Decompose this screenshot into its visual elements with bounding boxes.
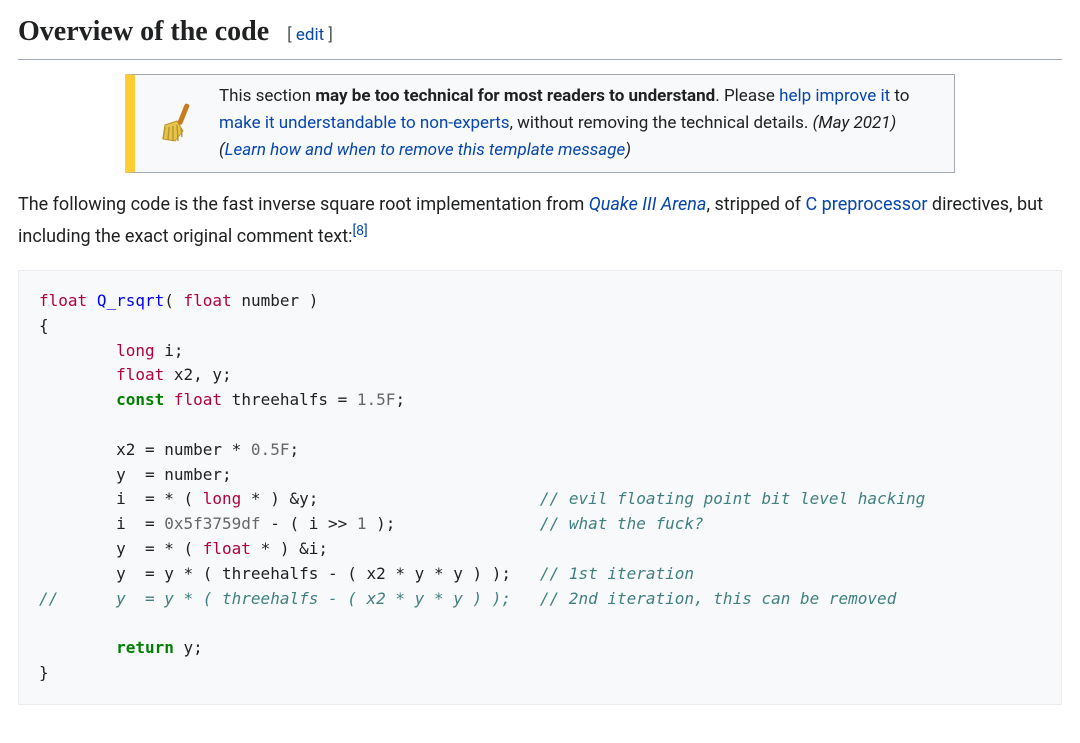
tok-lbrace: { (39, 316, 49, 335)
ambox-understandable-link[interactable]: make it understandable to non-experts (219, 113, 510, 133)
intro-p1: The following code is the fast inverse s… (18, 194, 589, 215)
ambox-to: to (890, 86, 909, 106)
tok-decl-three: threehalfs = (222, 390, 357, 409)
section-heading: Overview of the code [ edit ] (18, 10, 1062, 60)
tok-cast-tail-y: * ) &y; (241, 489, 318, 508)
tok-decl-x2y: x2, y; (164, 365, 231, 384)
tok-type-long2: long (203, 489, 242, 508)
quake-link[interactable]: Quake III Arena (589, 194, 707, 215)
heading-title: Overview of the code (18, 10, 269, 55)
broom-icon (147, 101, 205, 147)
ambox-bold-issue: may be too technical for most readers to… (315, 86, 715, 106)
intro-paragraph: The following code is the fast inverse s… (18, 191, 1062, 252)
tok-lit-05f: 0.5F (251, 440, 290, 459)
tok-com-iter1: // 1st iteration (511, 564, 694, 583)
tok-line-y: y = number; (39, 465, 232, 484)
tok-com-evil: // evil floating point bit level hacking (318, 489, 925, 508)
ambox-lead: This section (219, 86, 315, 106)
tok-iter2-comment: // y = y * ( threehalfs - ( x2 * y * y )… (39, 589, 896, 608)
ambox-text: This section may be too technical for mo… (219, 83, 942, 165)
tok-magic-suf: - ( i >> (261, 514, 357, 533)
tok-type-float3: float (174, 390, 222, 409)
tok-com-wtf: // what the fuck? (395, 514, 703, 533)
tok-rbrace: } (39, 663, 49, 682)
tok-sig-open: ( (164, 291, 183, 310)
tok-type-float4: float (203, 539, 251, 558)
tok-magic-hex: 0x5f3759df (164, 514, 260, 533)
tok-magic-end: ); (367, 514, 396, 533)
edit-bracket-left: [ (287, 25, 296, 45)
tok-type-float2: float (116, 365, 164, 384)
c-preprocessor-link[interactable]: C preprocessor (805, 194, 927, 215)
tok-return-tail: y; (174, 638, 203, 657)
tok-type-long: long (116, 341, 155, 360)
tok-magic-pre: i = (39, 514, 164, 533)
reference-8[interactable]: [8] (352, 223, 367, 239)
tok-semi2: ; (289, 440, 299, 459)
tok-fn-name: Q_rsqrt (97, 291, 164, 310)
tok-kw-const: const (116, 390, 164, 409)
ambox-technical: This section may be too technical for mo… (125, 74, 955, 174)
ambox-date: (May 2021) (813, 113, 897, 133)
ambox-help-link[interactable]: help improve it (779, 86, 890, 106)
edit-bracket-right: ] (324, 25, 333, 45)
ambox-please: . Please (715, 86, 779, 106)
intro-p2: , stripped of (706, 194, 805, 215)
tok-lit-1: 1 (357, 514, 367, 533)
ambox-close-paren: ) (625, 140, 631, 160)
tok-kw-return: return (116, 638, 174, 657)
ambox-learn-link[interactable]: Learn how and when to remove this templa… (225, 140, 626, 160)
ambox-after: , without removing the technical details… (510, 113, 813, 133)
tok-type-float: float (39, 291, 87, 310)
edit-link[interactable]: edit (296, 25, 324, 45)
tok-cast-tail-i: * ) &i; (251, 539, 328, 558)
tok-type-float-param: float (184, 291, 232, 310)
tok-y-cast-pre: y = * ( (39, 539, 203, 558)
tok-param: number (241, 291, 299, 310)
tok-line-x2: x2 = number * (39, 440, 251, 459)
tok-iter1: y = y * ( threehalfs - ( x2 * y * y ) ); (39, 564, 511, 583)
tok-decl-i: i; (155, 341, 184, 360)
tok-semi1: ; (395, 390, 405, 409)
tok-lit-15f: 1.5F (357, 390, 396, 409)
tok-line-i-cast: i = * ( (39, 489, 203, 508)
code-block: float Q_rsqrt( float number ) { long i; … (18, 270, 1062, 705)
tok-sig-close: ) (299, 291, 318, 310)
edit-section-wrap: [ edit ] (287, 22, 333, 49)
